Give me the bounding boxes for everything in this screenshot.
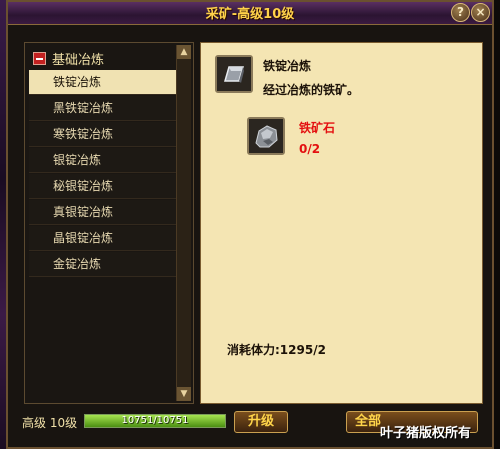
scroll-up-arrow-icon[interactable]: ▲ bbox=[177, 45, 191, 59]
category-basic-smelting[interactable]: 基础冶炼 bbox=[29, 47, 177, 69]
recipe-item-gold-ingot[interactable]: 金锭冶炼 bbox=[29, 252, 177, 277]
experience-value: 10751/10751 bbox=[121, 415, 189, 426]
scroll-down-arrow-icon[interactable]: ▼ bbox=[177, 387, 191, 401]
stamina-cost: 消耗体力:1295/2 bbox=[227, 343, 326, 357]
category-label: 基础冶炼 bbox=[52, 52, 105, 68]
recipe-item-cold-iron-ingot[interactable]: 寒铁锭冶炼 bbox=[29, 122, 177, 147]
skill-level-label: 高级 10级 bbox=[22, 416, 78, 430]
iron-ingot-icon bbox=[217, 57, 251, 91]
recipe-item-true-silver-ingot[interactable]: 真银锭冶炼 bbox=[29, 200, 177, 225]
recipe-item-black-iron-ingot[interactable]: 黑铁锭冶炼 bbox=[29, 96, 177, 121]
material-slot[interactable] bbox=[247, 117, 285, 155]
recipe-list-panel: 基础冶炼 铁锭冶炼 黑铁锭冶炼 寒铁锭冶炼 银锭冶炼 秘银锭冶炼 真银锭冶炼 晶… bbox=[24, 42, 194, 404]
recipe-item-iron-ingot[interactable]: 铁锭冶炼 bbox=[29, 70, 177, 95]
product-slot[interactable] bbox=[215, 55, 253, 93]
title-bar: 采矿-高级10级 ? × bbox=[8, 2, 492, 25]
window-title: 采矿-高级10级 bbox=[205, 7, 295, 22]
product-description: 经过冶炼的铁矿。 bbox=[263, 83, 360, 97]
close-button[interactable]: × bbox=[471, 3, 490, 22]
experience-bar: 10751/10751 bbox=[84, 414, 226, 428]
recipe-item-mithril-ingot[interactable]: 秘银锭冶炼 bbox=[29, 174, 177, 199]
collapse-icon[interactable] bbox=[33, 51, 46, 65]
recipe-item-silver-ingot[interactable]: 银锭冶炼 bbox=[29, 148, 177, 173]
upgrade-button[interactable]: 升级 bbox=[234, 411, 288, 433]
material-count: 0/2 bbox=[299, 142, 321, 156]
material-name: 铁矿石 bbox=[299, 121, 336, 135]
recipe-detail-panel: 铁锭冶炼 经过冶炼的铁矿。 铁矿石 0/2 消耗体力:1295/2 bbox=[200, 42, 483, 404]
recipe-tree: 基础冶炼 铁锭冶炼 黑铁锭冶炼 寒铁锭冶炼 银锭冶炼 秘银锭冶炼 真银锭冶炼 晶… bbox=[29, 47, 177, 277]
recipe-list-scrollbar[interactable]: ▲ ▼ bbox=[176, 45, 191, 401]
watermark-text: 叶子猪版权所有 bbox=[380, 426, 472, 441]
help-button[interactable]: ? bbox=[451, 3, 470, 22]
product-name: 铁锭冶炼 bbox=[263, 59, 312, 73]
recipe-item-crystal-silver-ingot[interactable]: 晶银锭冶炼 bbox=[29, 226, 177, 251]
iron-ore-icon bbox=[249, 119, 283, 153]
